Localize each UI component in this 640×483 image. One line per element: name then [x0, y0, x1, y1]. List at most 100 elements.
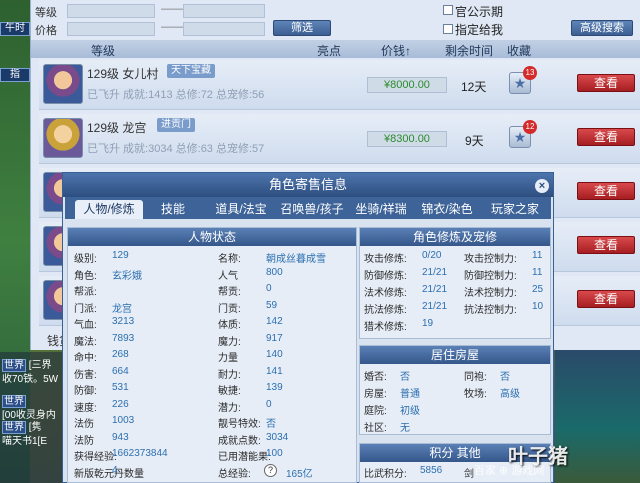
info-key: 法术修炼: [364, 288, 407, 299]
info-value: 7893 [112, 332, 135, 344]
info-key: 伤害: [74, 369, 97, 381]
listing-summary: 已飞升 成就:3034 总修:63 总宠修:57 [87, 143, 265, 155]
info-value: 1662373844 [112, 448, 168, 459]
info-key: 名称: [218, 254, 241, 265]
view-button[interactable]: 查看 [577, 290, 635, 308]
level-max-input[interactable] [183, 4, 265, 18]
info-key: 婚否: [364, 372, 387, 383]
info-value: 5856 [420, 465, 443, 476]
help-icon[interactable]: ? [264, 463, 277, 477]
info-value: 龙宫 [112, 303, 132, 315]
info-value: 1003 [112, 415, 135, 426]
info-key: 社区: [364, 423, 387, 434]
cultivation-panel-title: 角色修炼及宠修 [360, 228, 550, 246]
chat-line: 世界 [三界 [2, 359, 52, 372]
info-value: 100 [266, 448, 283, 459]
info-key: 猎术修炼: [364, 322, 407, 333]
info-key: 法防 [74, 435, 94, 447]
info-key: 速度: [74, 402, 97, 414]
info-value: 否 [400, 372, 410, 383]
info-key: 魔法: [74, 336, 97, 348]
info-key: 体质: [218, 320, 241, 331]
sidebar-tag: 指 [0, 68, 30, 82]
sidebar-tag: 午时 [0, 22, 30, 36]
info-value: 141 [266, 365, 283, 377]
info-value: 268 [112, 349, 129, 360]
chat-line: 喵天书1[E [2, 436, 48, 447]
character-avatar [43, 118, 83, 158]
info-value: 否 [266, 419, 276, 430]
cultivation-panel: 角色修炼及宠修 攻击修炼: 0/20 攻击控制力: 11 防御修炼: 21/21 防御控制力… [359, 227, 551, 339]
info-key: 命中: [74, 353, 97, 364]
view-button[interactable]: 查看 [577, 74, 635, 92]
info-key: 庭院: [364, 406, 387, 417]
info-key: 门贡: [218, 303, 241, 315]
view-button[interactable]: 查看 [577, 236, 635, 254]
info-key: 帮贡: [218, 287, 241, 298]
col-highlight[interactable]: 亮点 [317, 42, 341, 59]
view-button[interactable]: 查看 [577, 182, 635, 200]
col-price[interactable]: 价钱↑ [381, 42, 411, 59]
info-value: 0 [266, 283, 272, 294]
designated-checkbox[interactable] [443, 24, 453, 34]
info-key: 靓号特效: [218, 419, 261, 430]
col-level[interactable]: 等级 [91, 42, 115, 59]
listing-row[interactable]: 129级 龙宫 进贡门 已飞升 成就:3034 总修:63 总宠修:57 ¥83… [39, 114, 640, 164]
tab-skills[interactable]: 技能 [151, 200, 195, 219]
info-key: 法伤 [74, 419, 94, 430]
info-key: 防御: [74, 386, 97, 397]
info-key: 气血: [74, 320, 97, 331]
tab-outfits[interactable]: 锦衣/染色 [415, 200, 479, 219]
info-key: 门派: [74, 303, 97, 315]
status-panel-title: 人物状态 [68, 228, 356, 246]
info-value: 139 [266, 382, 283, 393]
info-key: 总经验: [218, 468, 251, 480]
advanced-search-button[interactable]: 高级搜索 [571, 20, 633, 36]
info-value: 226 [112, 398, 129, 410]
price-filter-label: 价格 [35, 25, 57, 37]
info-key: 获得经验: [74, 452, 117, 463]
tab-pets[interactable]: 召唤兽/孩子 [277, 200, 347, 219]
close-icon[interactable]: × [535, 179, 549, 193]
info-key: 耐力: [218, 369, 241, 381]
filter-button[interactable]: 筛选 [273, 20, 331, 36]
info-key: 比武积分: [364, 469, 407, 480]
dialog-title: 角色寄售信息 [63, 173, 553, 197]
info-key: 潜力: [218, 402, 241, 414]
listing-price: ¥8000.00 [367, 77, 447, 93]
info-value: 无 [400, 423, 410, 434]
dialog-tabs: 人物/修炼 技能 道具/法宝 召唤兽/孩子 坐骑/祥瑞 锦衣/染色 玩家之家 [65, 197, 551, 219]
chat-panel: 世界 [三界 收70铁。5W 世界 [00收灵身内 世界 [隽 喵天书1[E [0, 352, 62, 483]
info-value: 531 [112, 382, 129, 393]
house-panel-title: 居住房屋 [360, 346, 550, 364]
tab-items[interactable]: 道具/法宝 [209, 200, 273, 219]
info-key: 牧场: [464, 389, 487, 400]
listing-badge: 进贡门 [157, 118, 195, 132]
info-key: 房屋: [364, 389, 387, 400]
info-key: 攻击控制力: [464, 254, 517, 265]
level-min-input[interactable] [67, 4, 155, 18]
tab-character[interactable]: 人物/修炼 [75, 200, 143, 219]
tab-mounts[interactable]: 坐骑/祥瑞 [349, 200, 413, 219]
col-remaining[interactable]: 剩余时间 [445, 42, 493, 59]
col-favorite[interactable]: 收藏 [507, 42, 531, 59]
info-value: 800 [266, 266, 283, 278]
info-value: 高级 [500, 389, 520, 400]
price-max-input[interactable] [183, 22, 265, 36]
info-value: 3034 [266, 431, 289, 443]
info-value: 普通 [400, 389, 420, 400]
info-value: 3213 [112, 316, 135, 327]
price-min-input[interactable] [67, 22, 155, 36]
info-value: 59 [266, 299, 278, 311]
info-value: 140 [266, 349, 283, 360]
info-value: 25 [532, 284, 544, 295]
listing-summary: 已飞升 成就:1413 总修:72 总宠修:56 [87, 89, 265, 101]
listing-row[interactable]: 129级 女儿村 天下宝藏 已飞升 成就:1413 总修:72 总宠修:56 ¥… [39, 60, 640, 110]
tab-home[interactable]: 玩家之家 [483, 200, 547, 219]
info-value: 否 [500, 372, 510, 383]
info-value: 0 [266, 398, 272, 410]
public-period-checkbox[interactable] [443, 5, 453, 15]
view-button[interactable]: 查看 [577, 128, 635, 146]
info-key: 力量 [218, 353, 238, 364]
info-key: 成就点数: [218, 435, 261, 447]
